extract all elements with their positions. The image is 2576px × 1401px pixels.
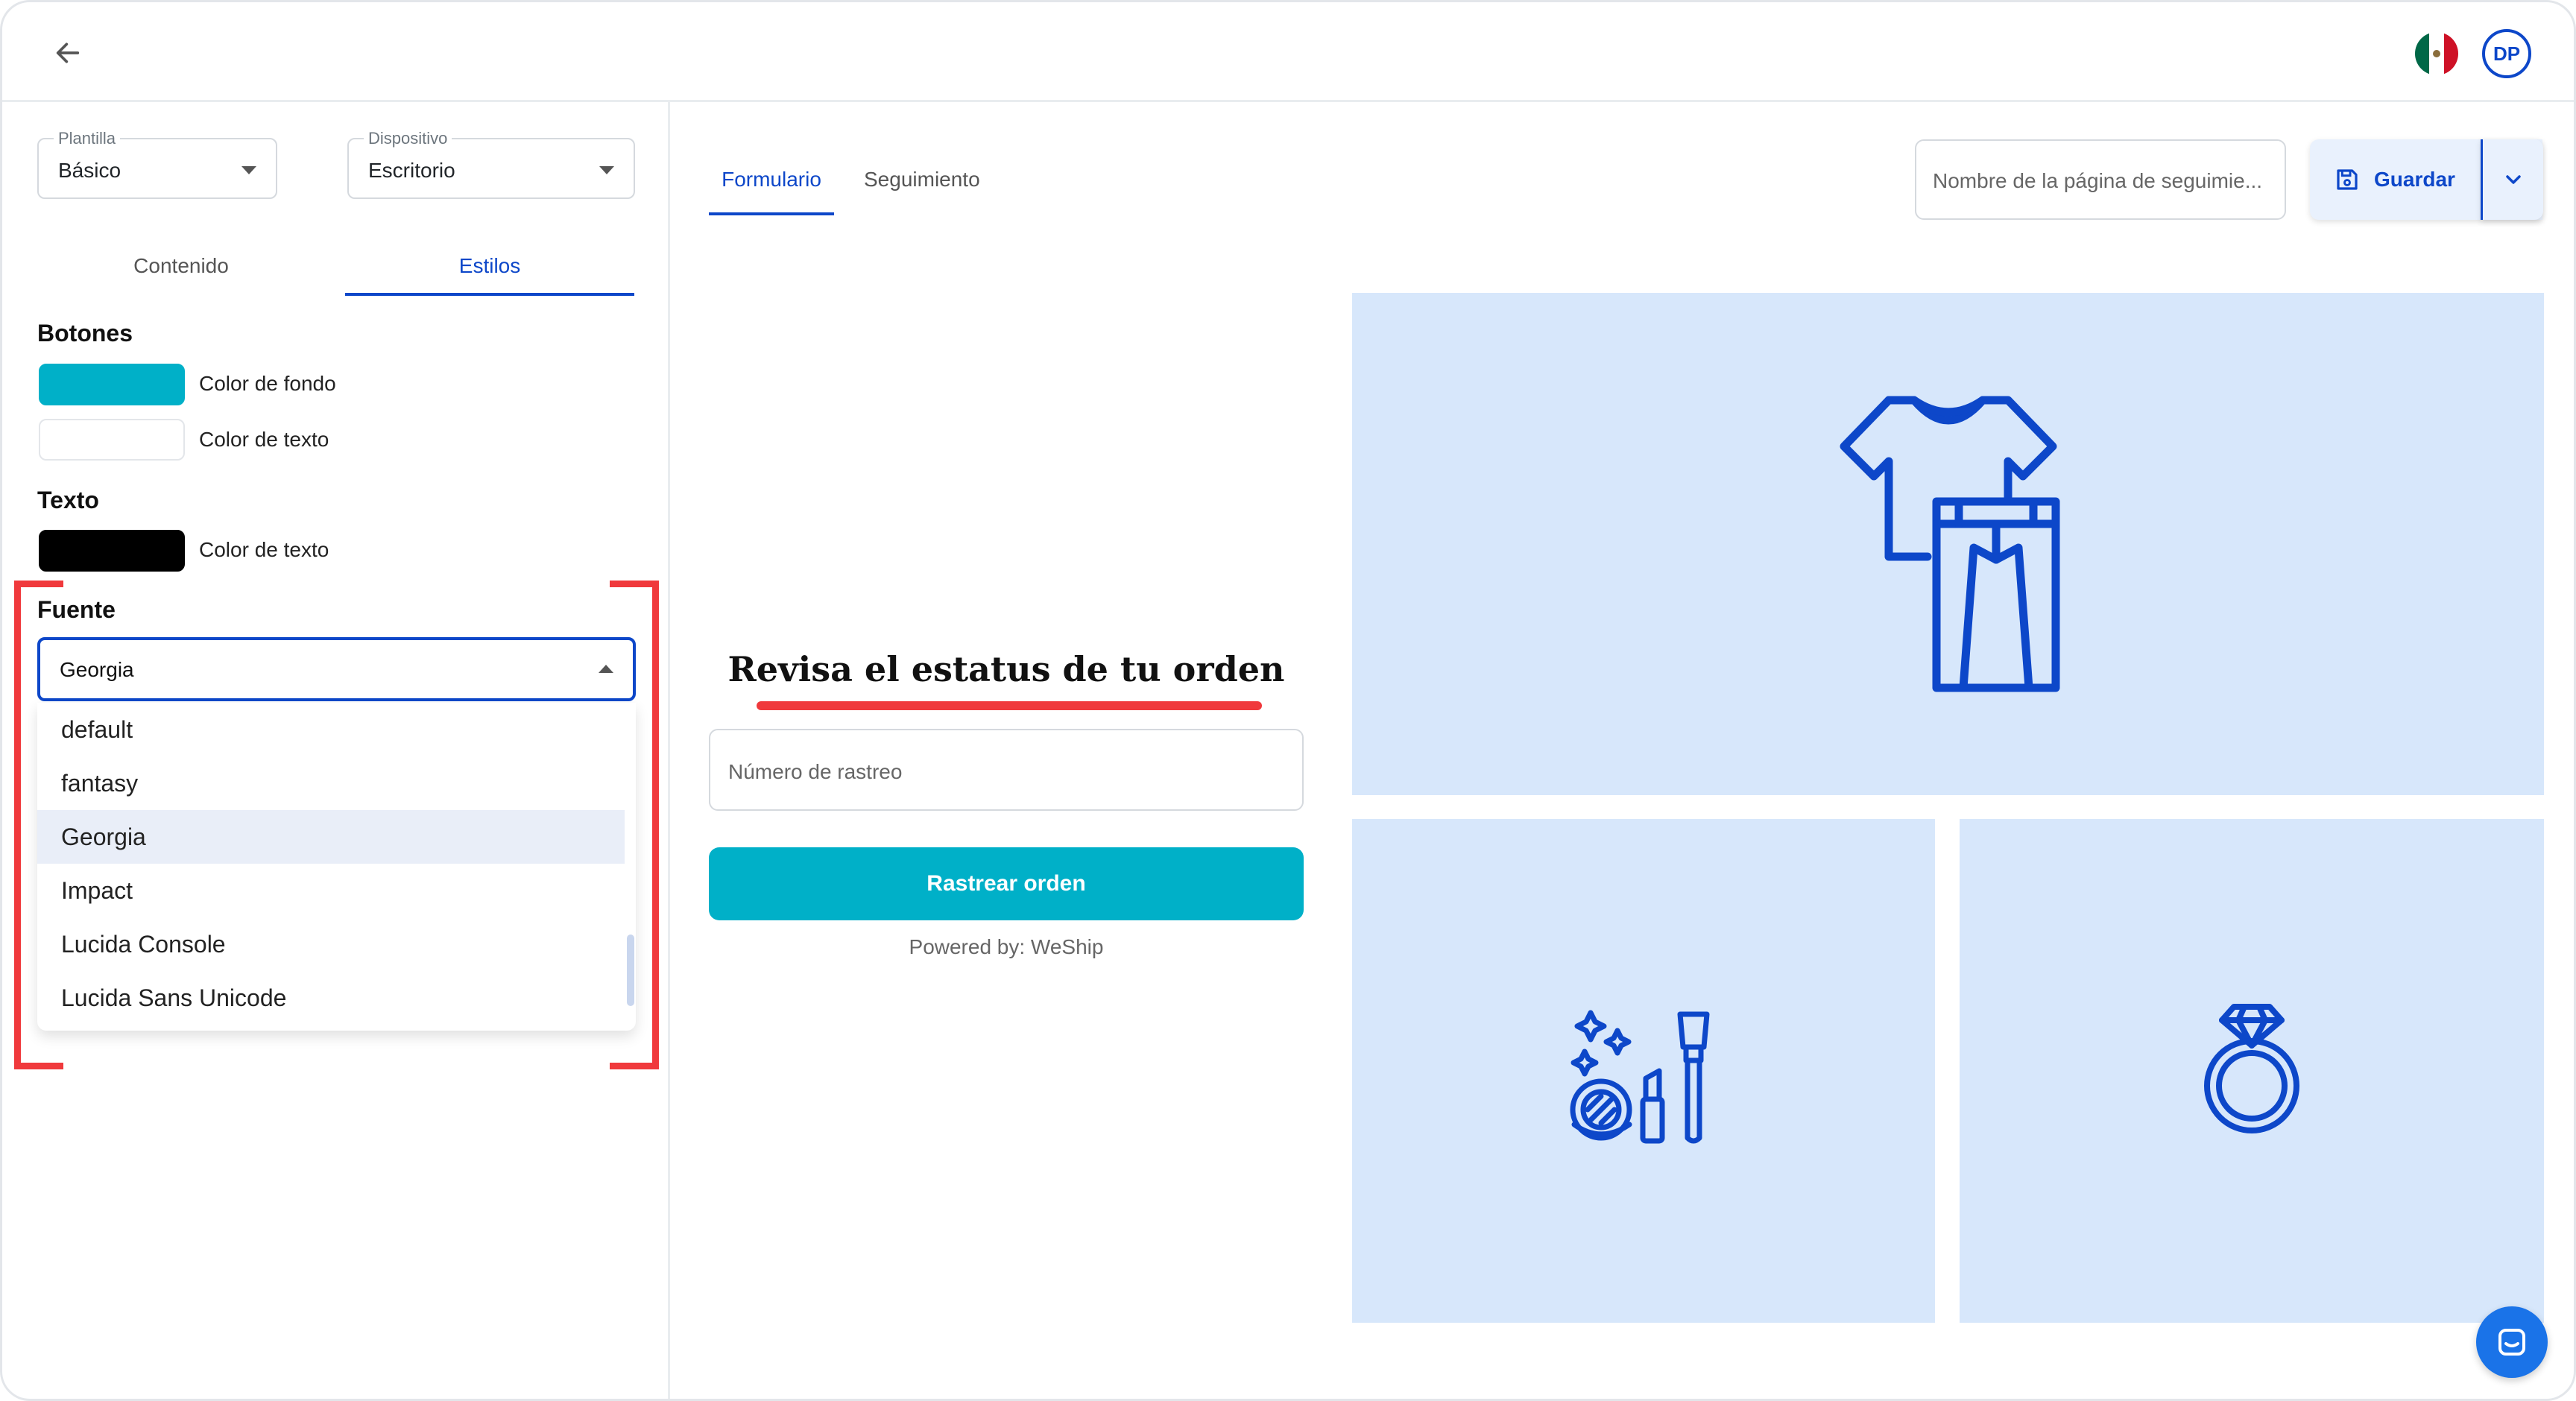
- floppy-disk-icon: [2337, 169, 2358, 190]
- powered-by-text: Powered by: WeShip: [909, 935, 1104, 958]
- text-color-swatch[interactable]: [39, 530, 185, 572]
- top-bar: DP: [2, 2, 2574, 102]
- font-option-default[interactable]: default: [37, 703, 625, 756]
- button-text-color-swatch[interactable]: [39, 419, 185, 461]
- font-option-impact[interactable]: Impact: [37, 864, 625, 917]
- font-option-lucida-sans-unicode[interactable]: Lucida Sans Unicode: [37, 971, 625, 1025]
- avatar[interactable]: DP: [2482, 29, 2531, 78]
- arrow-left-icon: [56, 42, 80, 63]
- clothing-image-panel: [1352, 293, 2544, 795]
- button-text-color-label: Color de texto: [199, 428, 329, 451]
- save-button-label: Guardar: [2374, 168, 2455, 191]
- device-select-label: Dispositivo: [364, 129, 452, 148]
- device-select-value: Escritorio: [368, 159, 455, 182]
- ring-image-panel: [1960, 819, 2544, 1323]
- font-option-fantasy[interactable]: fantasy: [37, 756, 625, 810]
- chat-support-button[interactable]: [2476, 1306, 2548, 1378]
- tracking-number-placeholder: Número de rastreo: [728, 760, 903, 783]
- track-order-button[interactable]: Rastrear orden: [709, 847, 1304, 920]
- editor-sidebar: Plantilla Básico Dispositivo Escritorio …: [2, 102, 670, 1399]
- font-dropdown-list: default fantasy Georgia Impact Lucida Co…: [37, 703, 636, 1031]
- highlight-bracket-left: [14, 581, 63, 1069]
- text-section-title: Texto: [37, 487, 99, 513]
- caret-down-icon: [242, 166, 256, 174]
- button-bg-color-label: Color de fondo: [199, 372, 336, 395]
- tab-estilos[interactable]: Estilos: [345, 236, 634, 296]
- template-select-value: Básico: [58, 159, 121, 182]
- tab-seguimiento[interactable]: Seguimiento: [864, 151, 980, 215]
- back-button[interactable]: [47, 32, 89, 74]
- caret-down-icon: [599, 166, 614, 174]
- cosmetics-image-panel: [1352, 819, 1935, 1323]
- font-select[interactable]: Georgia: [37, 637, 636, 701]
- font-option-georgia[interactable]: Georgia: [37, 810, 625, 864]
- tab-contenido[interactable]: Contenido: [40, 236, 323, 296]
- buttons-section-title: Botones: [37, 320, 133, 347]
- ring-icon: [2204, 1004, 2299, 1133]
- tracking-number-input[interactable]: Número de rastreo: [709, 729, 1304, 811]
- text-color-label: Color de texto: [199, 538, 329, 561]
- clothing-icon: [1840, 396, 2060, 692]
- title-highlight-underline: [757, 701, 1262, 710]
- page-name-placeholder: Nombre de la página de seguimie...: [1933, 169, 2263, 192]
- cosmetics-icon: [1570, 1010, 1710, 1144]
- highlight-bracket-right: [610, 581, 659, 1069]
- font-select-value: Georgia: [60, 658, 134, 681]
- button-bg-color-swatch[interactable]: [39, 364, 185, 405]
- tab-formulario[interactable]: Formulario: [709, 151, 834, 215]
- save-options-button[interactable]: [2481, 139, 2543, 220]
- chevron-down-icon: [2505, 175, 2521, 184]
- template-select[interactable]: Plantilla Básico: [37, 129, 277, 199]
- font-option-lucida-console[interactable]: Lucida Console: [37, 917, 625, 971]
- app-window: DP Plantilla Básico Dispositivo Escritor…: [0, 0, 2576, 1401]
- device-select[interactable]: Dispositivo Escritorio: [347, 129, 635, 199]
- form-title: Revisa el estatus de tu orden: [727, 649, 1285, 689]
- mexico-flag-icon[interactable]: [2415, 32, 2458, 75]
- chat-icon: [2498, 1329, 2525, 1356]
- page-name-input[interactable]: Nombre de la página de seguimie...: [1915, 139, 2286, 220]
- template-select-label: Plantilla: [54, 129, 121, 148]
